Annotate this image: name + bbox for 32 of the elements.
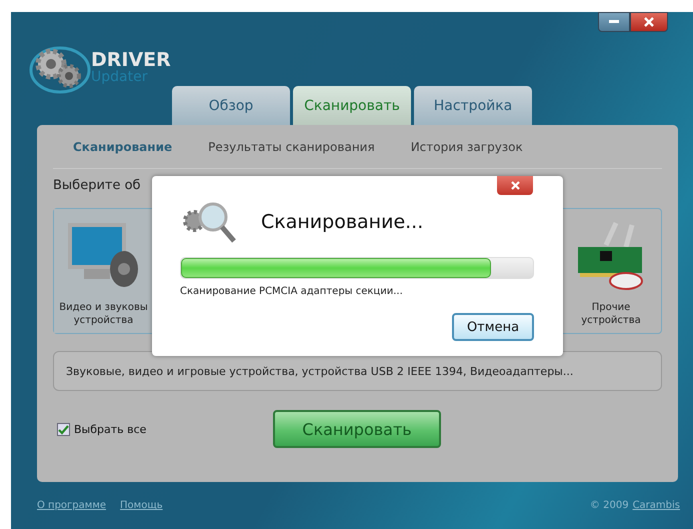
cancel-button[interactable]: Отмена <box>452 313 534 341</box>
minimize-button[interactable] <box>598 12 630 32</box>
close-icon <box>510 181 520 190</box>
category-label: устройства <box>74 314 134 327</box>
scan-button[interactable]: Сканировать <box>273 410 441 448</box>
tab[interactable]: Настройка <box>414 86 532 125</box>
close-button[interactable] <box>497 176 533 195</box>
category-label: Видео и звуковы <box>59 301 148 314</box>
dialog-title: Сканирование... <box>261 211 424 233</box>
close-icon <box>644 17 654 27</box>
category-label: Прочие <box>592 301 630 314</box>
subtab[interactable]: История загрузок <box>410 140 523 154</box>
subtab[interactable]: Сканирование <box>73 140 172 154</box>
checkbox-label: Выбрать все <box>74 422 146 436</box>
status-text: Сканирование PCMCIA адаптеры секции... <box>180 286 404 297</box>
checkbox[interactable] <box>57 422 70 436</box>
minimize-icon <box>609 20 619 24</box>
brand-link[interactable]: Carambis <box>632 500 680 511</box>
logo-text: DRIVER <box>91 50 171 70</box>
tab[interactable]: Обзор <box>172 86 290 125</box>
category-card[interactable]: Прочие устройства <box>561 209 661 333</box>
category-label: устройства <box>581 314 641 327</box>
footer-link[interactable]: Помощь <box>120 500 163 511</box>
copyright-text: © 2009 <box>590 500 629 511</box>
description-text: Звуковые, видео и игровые устройства, устройства USB 2 IEEE 1394, Видеоадаптеры... <box>66 364 574 378</box>
circuit-board-icon <box>576 221 646 291</box>
tab[interactable]: Сканировать <box>293 86 411 125</box>
subtab[interactable]: Результаты сканирования <box>208 140 375 154</box>
footer-link[interactable]: О программе <box>37 500 106 511</box>
prompt-text: Выберите об <box>53 178 141 195</box>
close-button[interactable] <box>630 12 668 32</box>
category-card[interactable]: Видео и звуковы устройства <box>54 209 154 333</box>
